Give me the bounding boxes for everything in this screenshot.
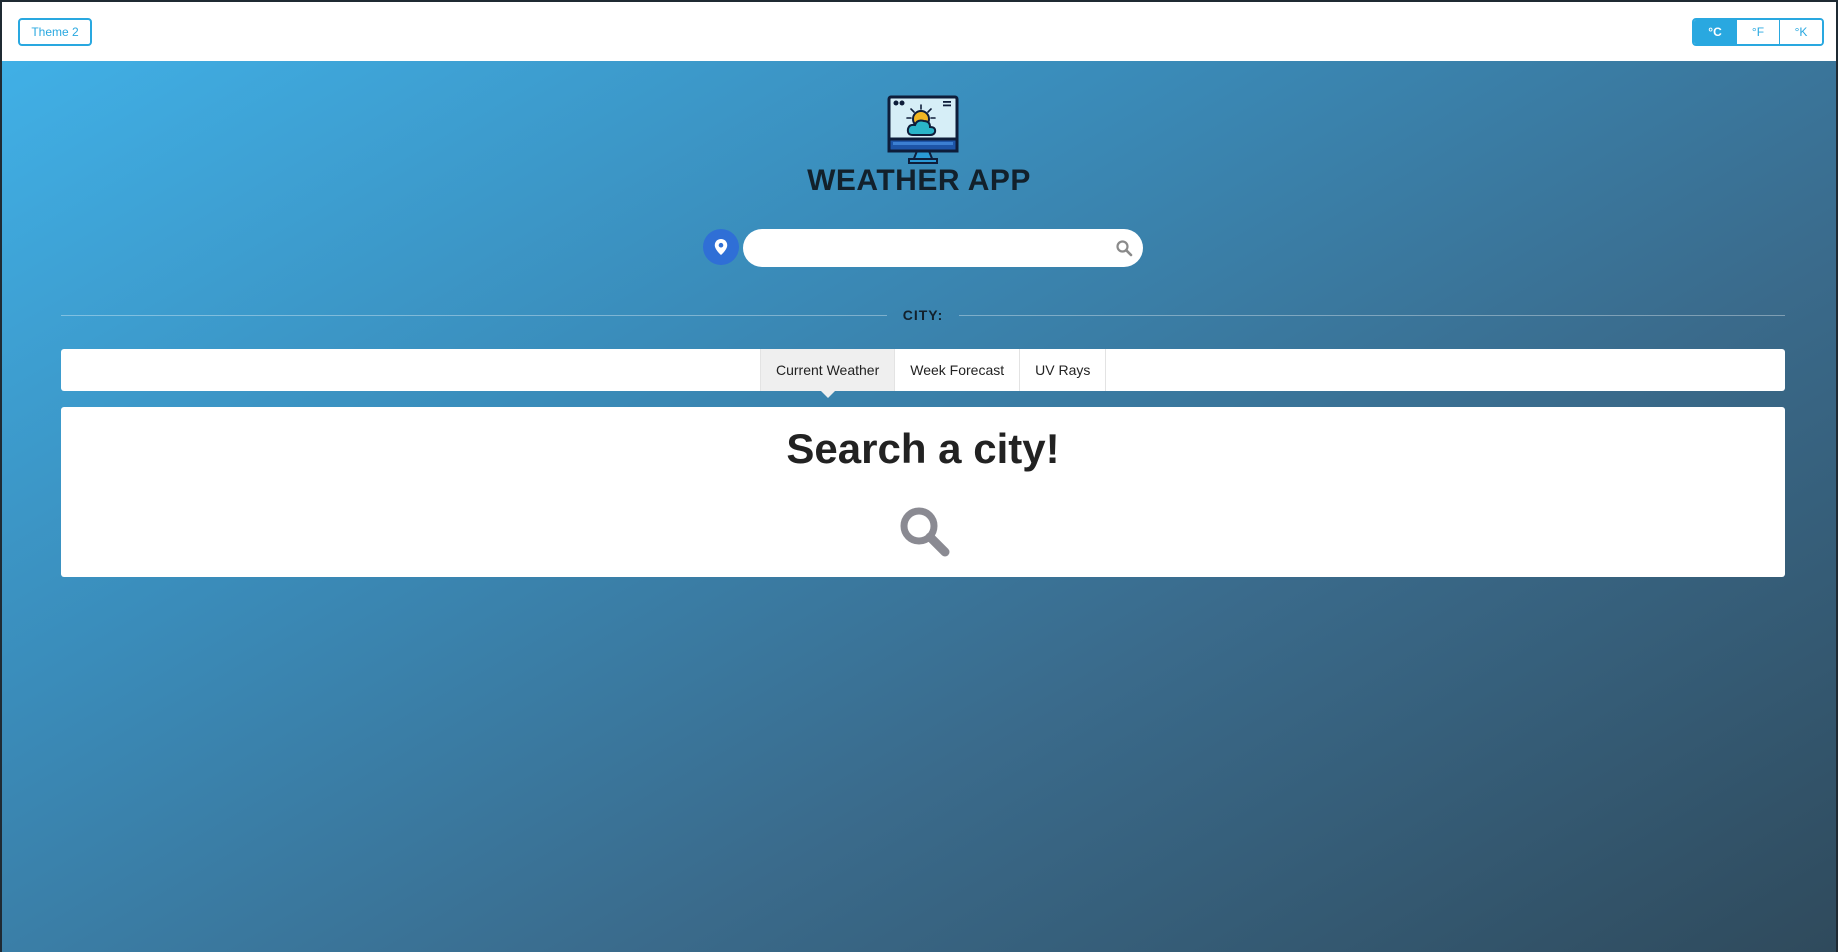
search-icon[interactable]	[1115, 239, 1133, 257]
unit-kelvin-button[interactable]: °K	[1779, 20, 1822, 44]
divider-left	[61, 315, 887, 316]
search-box	[743, 229, 1143, 269]
tab-week-forecast[interactable]: Week Forecast	[895, 349, 1021, 391]
tab-current-weather[interactable]: Current Weather	[760, 349, 896, 398]
unit-celsius-button[interactable]: °C	[1694, 20, 1736, 44]
city-search-input[interactable]	[759, 229, 1103, 269]
location-button[interactable]	[703, 229, 739, 265]
top-bar: Theme 2 °C °F °K	[2, 2, 1836, 61]
tab-list: Current Weather Week Forecast UV Rays	[760, 349, 1107, 398]
tab-uv-rays[interactable]: UV Rays	[1020, 349, 1107, 391]
app-title: WEATHER APP	[807, 164, 1031, 197]
app-window: Theme 2 °C °F °K WEATHER APP CITY: Curre…	[2, 2, 1836, 952]
unit-fahrenheit-button[interactable]: °F	[1736, 20, 1779, 44]
city-label: CITY:	[902, 307, 944, 323]
panel-heading: Search a city!	[786, 425, 1060, 472]
tabs-bar: Current Weather Week Forecast UV Rays	[61, 349, 1785, 398]
unit-switcher: °C °F °K	[1692, 18, 1824, 46]
theme-toggle-button[interactable]: Theme 2	[18, 18, 92, 46]
monitor-weather-icon	[887, 95, 959, 164]
search-icon	[900, 507, 950, 557]
weather-panel: Search a city!	[61, 407, 1785, 577]
map-marker-icon	[714, 239, 728, 255]
divider-right	[959, 315, 1785, 316]
